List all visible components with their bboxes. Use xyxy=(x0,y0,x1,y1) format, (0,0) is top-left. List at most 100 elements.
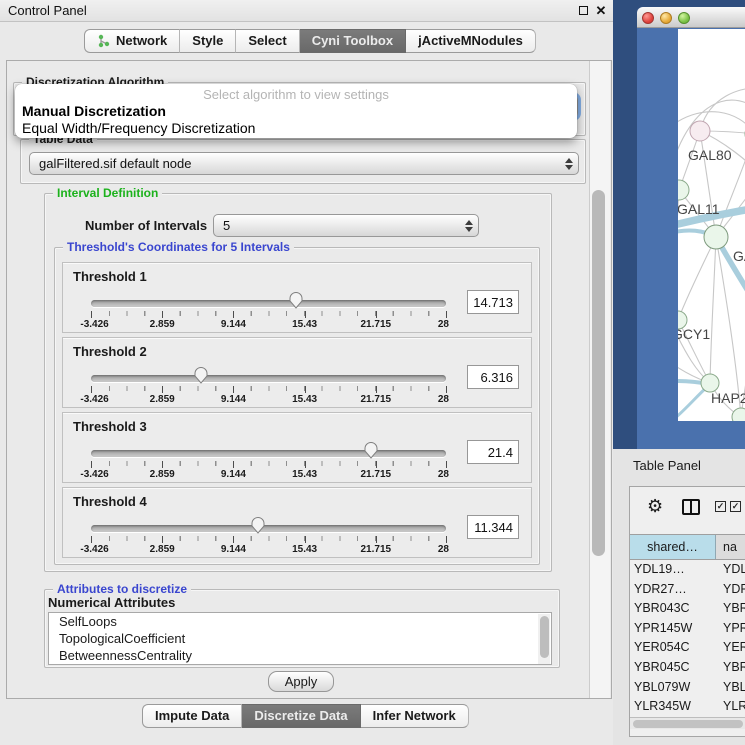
minimize-button[interactable] xyxy=(660,12,672,24)
table-row[interactable]: YDL19…YDL1 xyxy=(630,560,745,580)
cell[interactable]: YPR1 xyxy=(716,619,745,639)
cell[interactable]: YPR145W xyxy=(630,619,716,639)
top-tab-bar: Network Style Select Cyni Toolbox jActiv… xyxy=(84,29,536,53)
threshold-3-value-field[interactable] xyxy=(467,440,519,464)
tick-label: 2.859 xyxy=(150,319,175,330)
checkbox-icon[interactable]: ✓ xyxy=(730,501,741,512)
node-bottom[interactable] xyxy=(732,408,745,421)
threshold-3-slider[interactable] xyxy=(91,450,446,457)
tab-discretize-data[interactable]: Discretize Data xyxy=(242,704,360,728)
table-row[interactable]: YLR345WYLR3 xyxy=(630,697,745,717)
tab-label: Network xyxy=(116,30,167,52)
close-panel-icon[interactable]: ✕ xyxy=(594,4,608,18)
cell[interactable]: YBR043C xyxy=(630,599,716,619)
list-scrollbar-thumb[interactable] xyxy=(540,616,549,658)
threshold-4-value-field[interactable] xyxy=(467,515,519,539)
apply-button[interactable]: Apply xyxy=(268,671,334,692)
slider-thumb[interactable] xyxy=(288,292,303,309)
threshold-1-slider[interactable] xyxy=(91,300,446,307)
cell[interactable]: YDL1 xyxy=(716,560,745,580)
cell[interactable]: YER054C xyxy=(630,638,716,658)
right-panel: GAL80 GA C GAL11 GAL4 GCY1 H HAP2 Table … xyxy=(613,0,745,745)
slider-thumb[interactable] xyxy=(250,517,265,534)
algorithm-dropdown-popup: Select algorithm to view settings Manual… xyxy=(15,84,577,138)
node-gal4[interactable] xyxy=(704,225,728,249)
cell[interactable]: YER0 xyxy=(716,638,745,658)
table-data-combobox[interactable]: galFiltered.sif default node xyxy=(29,152,579,175)
cell[interactable]: YLR345W xyxy=(630,697,716,717)
split-columns-icon[interactable] xyxy=(682,499,700,515)
table-body: YDL19…YDL1 YDR27…YDR2 YBR043CYBR0 YPR145… xyxy=(630,560,745,717)
tab-select[interactable]: Select xyxy=(236,29,299,53)
list-item-topologicalcoefficient[interactable]: TopologicalCoefficient xyxy=(49,630,551,647)
table-row[interactable]: YPR145WYPR1 xyxy=(630,619,745,639)
close-button[interactable] xyxy=(642,12,654,24)
threshold-2-slider[interactable] xyxy=(91,375,446,382)
popup-hint: Select algorithm to view settings xyxy=(15,87,577,102)
slider-thumb[interactable] xyxy=(364,442,379,459)
popup-item-manual-discretization[interactable]: Manual Discretization xyxy=(15,103,577,119)
horizontal-scrollbar-thumb[interactable] xyxy=(633,720,743,728)
tab-cyni-toolbox[interactable]: Cyni Toolbox xyxy=(300,29,406,53)
vertical-scrollbar-thumb[interactable] xyxy=(592,190,605,556)
cell[interactable]: YBR0 xyxy=(716,599,745,619)
tick-label: 21.715 xyxy=(361,544,392,555)
tick-label: 28 xyxy=(438,394,449,405)
network-canvas[interactable]: GAL80 GA C GAL11 GAL4 GCY1 H HAP2 xyxy=(678,29,745,421)
tab-label: Style xyxy=(192,30,223,52)
tab-label: Cyni Toolbox xyxy=(312,30,393,52)
application-window: Control Panel ✕ Network Style Select Cyn… xyxy=(0,0,745,745)
cell[interactable]: YBL0 xyxy=(716,678,745,698)
threshold-label: Threshold 4 xyxy=(73,494,147,509)
network-graph: GAL80 GA C GAL11 GAL4 GCY1 H HAP2 xyxy=(678,29,745,421)
table-header-row: shared… na xyxy=(630,534,745,560)
cell[interactable]: YBL079W xyxy=(630,678,716,698)
table-row[interactable]: YBR045CYBR0 xyxy=(630,658,745,678)
tick-label: 15.43 xyxy=(292,394,317,405)
list-item-betweennesscentrality[interactable]: BetweennessCentrality xyxy=(49,647,551,664)
list-item-selfloops[interactable]: SelfLoops xyxy=(49,613,551,630)
network-window-titlebar[interactable] xyxy=(637,7,745,28)
table-row[interactable]: YBL079WYBL0 xyxy=(630,678,745,698)
control-panel-titlebar: Control Panel ✕ xyxy=(0,0,613,22)
cell[interactable]: YLR3 xyxy=(716,697,745,717)
tab-style[interactable]: Style xyxy=(180,29,236,53)
zoom-button[interactable] xyxy=(678,12,690,24)
popup-item-equal-width-frequency[interactable]: Equal Width/Frequency Discretization xyxy=(15,120,577,136)
column-header-shared-name[interactable]: shared… xyxy=(630,535,716,559)
number-of-intervals-combobox[interactable]: 5 xyxy=(213,214,479,237)
numerical-attributes-list[interactable]: SelfLoops TopologicalCoefficient Between… xyxy=(48,612,552,665)
table-row[interactable]: YER054CYER0 xyxy=(630,638,745,658)
tab-jactivemnodules[interactable]: jActiveMNodules xyxy=(406,29,536,53)
cell[interactable]: YDR2 xyxy=(716,580,745,600)
slider-thumb[interactable] xyxy=(194,367,209,384)
tab-infer-network[interactable]: Infer Network xyxy=(361,704,469,728)
threshold-2-value-field[interactable] xyxy=(467,365,519,389)
cell[interactable]: YDR27… xyxy=(630,580,716,600)
tick-label: 28 xyxy=(438,544,449,555)
cell[interactable]: YBR045C xyxy=(630,658,716,678)
list-scrollbar-track[interactable] xyxy=(538,614,550,665)
cell[interactable]: YDL19… xyxy=(630,560,716,580)
node-gal11[interactable] xyxy=(678,180,689,200)
table-row[interactable]: YDR27…YDR2 xyxy=(630,580,745,600)
threshold-1-value-field[interactable] xyxy=(467,290,519,314)
cell[interactable]: YBR0 xyxy=(716,658,745,678)
node-gal80[interactable] xyxy=(690,121,710,141)
table-row[interactable]: YBR043CYBR0 xyxy=(630,599,745,619)
group-label: Interval Definition xyxy=(53,186,162,200)
threshold-4-slider[interactable] xyxy=(91,525,446,532)
tick-label: 2.859 xyxy=(150,394,175,405)
tick-label: 15.43 xyxy=(292,319,317,330)
column-header-name[interactable]: na xyxy=(716,535,745,559)
float-window-icon[interactable] xyxy=(576,4,590,18)
checkbox-icon[interactable]: ✓ xyxy=(715,501,726,512)
tick-label: -3.426 xyxy=(80,319,108,330)
horizontal-scrollbar-track[interactable] xyxy=(630,717,745,729)
tab-network[interactable]: Network xyxy=(84,29,180,53)
gear-icon[interactable]: ⚙ xyxy=(647,496,663,518)
tab-impute-data[interactable]: Impute Data xyxy=(142,704,242,728)
network-view-window: GAL80 GA C GAL11 GAL4 GCY1 H HAP2 xyxy=(637,7,745,449)
network-icon xyxy=(97,34,111,48)
tick-label: 15.43 xyxy=(292,544,317,555)
